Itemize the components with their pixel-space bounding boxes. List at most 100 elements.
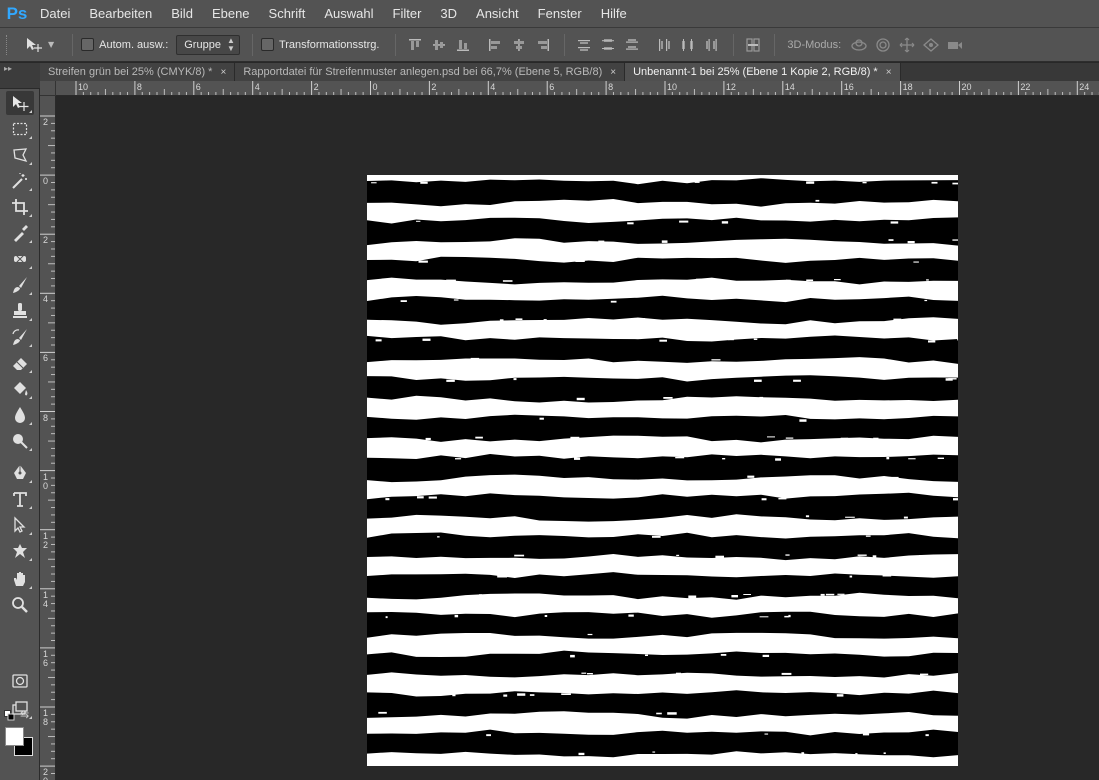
magic-wand-tool[interactable] [6, 169, 34, 193]
menu-fenster[interactable]: Fenster [532, 0, 588, 28]
canvas-workspace[interactable] [57, 97, 1099, 780]
brush-speckle [836, 694, 844, 697]
close-icon[interactable]: × [610, 67, 616, 78]
custom-shape-tool[interactable] [6, 539, 34, 563]
auto-select-target-dropdown[interactable]: Gruppe ▲ ▼ [176, 34, 240, 55]
move-tool[interactable] [6, 91, 34, 115]
tab-rapportdatei[interactable]: Rapportdatei für Streifenmuster anlegen.… [235, 63, 626, 81]
menu-3d[interactable]: 3D [434, 0, 463, 28]
tab-unbenannt-1[interactable]: Unbenannt-1 bei 25% (Ebene 1 Kopie 2, RG… [625, 63, 901, 81]
align-top-edges-icon[interactable] [404, 34, 426, 56]
horizontal-ruler[interactable]: 10 8 6 4 2 0 2 4 6 8 10 12 14 16 18 20 22 24 [56, 81, 1099, 96]
healing-brush-tool-icon [14, 253, 26, 265]
scale-3d-icon[interactable] [943, 34, 967, 56]
brush-speckle [925, 734, 929, 737]
brush-speckle [400, 300, 407, 302]
brush-speckle [903, 516, 908, 519]
screen-mode-button[interactable] [6, 697, 34, 721]
path-selection-tool[interactable] [6, 513, 34, 537]
close-icon[interactable]: × [886, 67, 892, 78]
collapse-panel-icon[interactable]: ▸▸ [4, 64, 12, 73]
distribute-vertical-centers-icon[interactable] [597, 34, 619, 56]
brush-speckle [952, 239, 958, 241]
menu-datei[interactable]: Datei [34, 0, 76, 28]
quick-mask-button[interactable] [6, 669, 34, 693]
document-canvas[interactable] [367, 175, 958, 766]
brush-tool[interactable] [6, 273, 34, 297]
ruler-label: 2 [431, 82, 437, 92]
align-horizontal-centers-icon[interactable] [508, 34, 530, 56]
align-right-edges-icon[interactable] [532, 34, 554, 56]
healing-brush-tool[interactable] [6, 247, 34, 271]
menu-schrift[interactable]: Schrift [263, 0, 312, 28]
clone-stamp-tool[interactable] [6, 299, 34, 323]
lasso-tool[interactable] [6, 143, 34, 167]
distribute-bottom-edges-icon[interactable] [621, 34, 643, 56]
foreground-color-swatch[interactable] [5, 727, 24, 746]
distribute-right-edges-icon[interactable] [701, 34, 723, 56]
tool-preset-move-icon[interactable] [20, 34, 48, 56]
zoom-tool[interactable] [6, 593, 34, 617]
pen-tool[interactable] [6, 461, 34, 485]
brush-speckle [825, 593, 835, 596]
align-vertical-centers-icon[interactable] [428, 34, 450, 56]
auto-align-layers-icon[interactable] [742, 34, 764, 56]
menu-ansicht[interactable]: Ansicht [470, 0, 525, 28]
align-left-edges-icon[interactable] [484, 34, 506, 56]
crop-tool-icon [12, 199, 28, 215]
roll-3d-icon[interactable] [871, 34, 895, 56]
vertical-ruler[interactable]: 202468101214161820 [40, 96, 56, 780]
menu-ebene[interactable]: Ebene [206, 0, 256, 28]
menu-bearbeiten[interactable]: Bearbeiten [83, 0, 158, 28]
ruler-label: 4 [490, 82, 496, 92]
move-tool-icon [13, 96, 29, 111]
tool-preset-caret-icon[interactable]: ▼ [48, 40, 54, 49]
distribute-top-edges-icon[interactable] [573, 34, 595, 56]
distribute-left-edges-icon[interactable] [653, 34, 675, 56]
brush-speckle [939, 201, 948, 204]
tab-streifen-gruen[interactable]: Streifen grün bei 25% (CMYK/8) * × [40, 63, 236, 81]
paint-bucket-tool[interactable] [6, 377, 34, 401]
brush-speckle [953, 498, 958, 501]
brush-speckle [515, 318, 523, 320]
menu-auswahl[interactable]: Auswahl [318, 0, 379, 28]
crop-tool[interactable] [6, 195, 34, 219]
menu-filter[interactable]: Filter [387, 0, 428, 28]
close-icon[interactable]: × [220, 67, 226, 78]
options-bar-grip[interactable] [6, 34, 12, 55]
zoom-tool-icon [12, 597, 28, 613]
transform-controls-checkbox[interactable] [260, 38, 274, 51]
slide-3d-icon[interactable] [919, 34, 943, 56]
tool-flyout-corner [29, 162, 32, 165]
brush-speckle [753, 338, 758, 340]
brush-speckle [759, 616, 769, 618]
brush-speckle [722, 458, 726, 460]
menu-bild[interactable]: Bild [165, 0, 199, 28]
toolbar-header[interactable]: ▸▸ [0, 63, 40, 89]
dodge-tool[interactable] [6, 429, 34, 453]
history-brush-tool[interactable] [6, 325, 34, 349]
tool-flyout-corner [29, 214, 32, 217]
brush-speckle [920, 673, 929, 676]
eraser-tool[interactable] [6, 351, 34, 375]
pan-3d-icon[interactable] [895, 34, 919, 56]
menu-hilfe[interactable]: Hilfe [595, 0, 633, 28]
blur-tool[interactable] [6, 403, 34, 427]
marquee-tool[interactable] [6, 117, 34, 141]
brush-speckle [375, 339, 382, 342]
rotate-3d-icon[interactable] [847, 34, 871, 56]
type-tool[interactable] [6, 487, 34, 511]
brush-speckle [926, 279, 929, 281]
brush-speckle [661, 240, 668, 243]
eyedropper-tool[interactable] [6, 221, 34, 245]
brush-speckle [508, 358, 515, 361]
quick-mask-icon [12, 674, 28, 688]
brush-speckle [610, 300, 617, 303]
align-bottom-edges-icon[interactable] [452, 34, 474, 56]
brush-speckle [627, 222, 634, 225]
distribute-horizontal-centers-icon[interactable] [677, 34, 699, 56]
auto-select-checkbox[interactable] [81, 38, 95, 51]
hand-tool[interactable] [6, 567, 34, 591]
tool-flyout-corner [29, 506, 32, 509]
ruler-origin[interactable] [40, 81, 56, 96]
